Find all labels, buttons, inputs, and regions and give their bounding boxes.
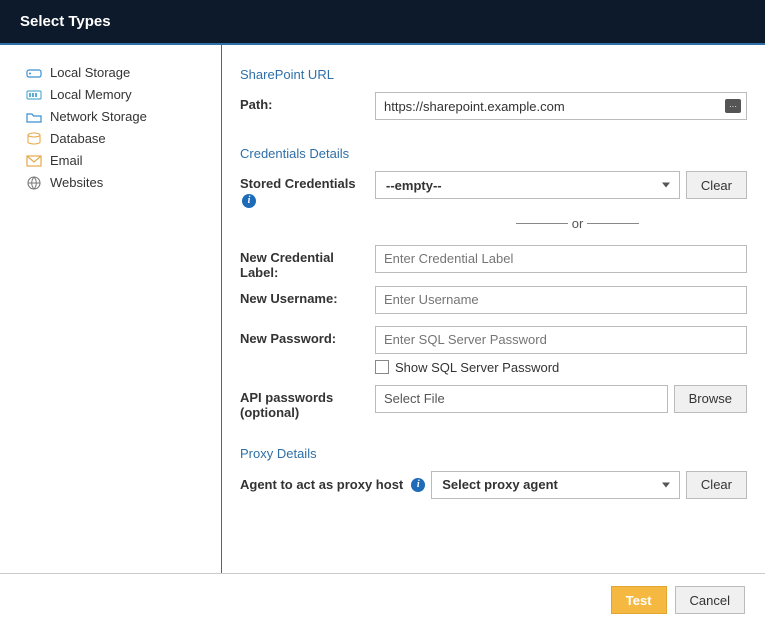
row-new-label: New Credential Label: — [240, 245, 747, 280]
folder-icon — [26, 110, 42, 124]
sidebar-item-label: Local Storage — [50, 65, 130, 80]
picker-icon[interactable]: ··· — [725, 99, 741, 113]
path-input[interactable] — [375, 92, 747, 120]
new-username-label: New Username: — [240, 286, 375, 306]
mail-icon — [26, 154, 42, 168]
sidebar-item-label: Email — [50, 153, 83, 168]
row-stored-credentials: Stored Credentials i --empty-- Clear — [240, 171, 747, 208]
sidebar-item-email[interactable]: Email — [26, 151, 215, 170]
row-path: Path: ··· — [240, 92, 747, 120]
proxy-agent-select[interactable]: Select proxy agent — [431, 471, 680, 499]
sidebar-item-label: Websites — [50, 175, 103, 190]
or-divider: or — [408, 216, 747, 231]
row-new-username: New Username: — [240, 286, 747, 314]
clear-credentials-button[interactable]: Clear — [686, 171, 747, 199]
show-password-checkbox[interactable] — [375, 360, 389, 374]
new-password-input[interactable] — [375, 326, 747, 354]
memory-icon — [26, 88, 42, 102]
sidebar: Local Storage Local Memory Network Stora… — [0, 45, 222, 573]
sidebar-item-websites[interactable]: Websites — [26, 173, 215, 192]
sidebar-item-label: Database — [50, 131, 106, 146]
sidebar-item-local-memory[interactable]: Local Memory — [26, 85, 215, 104]
sidebar-item-label: Local Memory — [50, 87, 132, 102]
test-button[interactable]: Test — [611, 586, 667, 614]
info-icon[interactable]: i — [411, 478, 425, 492]
new-label-input[interactable] — [375, 245, 747, 273]
section-title-credentials: Credentials Details — [240, 146, 747, 161]
row-api-passwords: API passwords (optional) Browse — [240, 385, 747, 420]
dialog-footer: Test Cancel — [0, 573, 765, 626]
section-title-proxy: Proxy Details — [240, 446, 747, 461]
show-password-label: Show SQL Server Password — [395, 360, 559, 375]
dialog-body: Local Storage Local Memory Network Stora… — [0, 45, 765, 573]
main-panel: SharePoint URL Path: ··· Credentials Det… — [222, 45, 765, 573]
cancel-button[interactable]: Cancel — [675, 586, 745, 614]
row-proxy-agent: Agent to act as proxy host i Select prox… — [240, 471, 747, 499]
api-passwords-input[interactable] — [375, 385, 668, 413]
info-icon[interactable]: i — [242, 194, 256, 208]
clear-proxy-button[interactable]: Clear — [686, 471, 747, 499]
chevron-down-icon — [662, 482, 670, 487]
api-passwords-label: API passwords (optional) — [240, 385, 375, 420]
row-show-password: Show SQL Server Password — [375, 360, 747, 375]
new-password-label: New Password: — [240, 326, 375, 346]
new-label-label: New Credential Label: — [240, 245, 375, 280]
sidebar-item-database[interactable]: Database — [26, 129, 215, 148]
sidebar-item-network-storage[interactable]: Network Storage — [26, 107, 215, 126]
stored-credentials-label: Stored Credentials i — [240, 171, 375, 208]
new-username-input[interactable] — [375, 286, 747, 314]
database-icon — [26, 132, 42, 146]
section-title-url: SharePoint URL — [240, 67, 747, 82]
browse-button[interactable]: Browse — [674, 385, 747, 413]
row-new-password: New Password: — [240, 326, 747, 354]
dialog-header: Select Types — [0, 0, 765, 45]
globe-icon — [26, 176, 42, 190]
sidebar-item-local-storage[interactable]: Local Storage — [26, 63, 215, 82]
dialog-title: Select Types — [20, 13, 111, 30]
stored-credentials-select[interactable]: --empty-- — [375, 171, 680, 199]
chevron-down-icon — [662, 183, 670, 188]
path-label: Path: — [240, 92, 375, 112]
drive-icon — [26, 66, 42, 80]
sidebar-item-label: Network Storage — [50, 109, 147, 124]
proxy-agent-label: Agent to act as proxy host — [240, 477, 403, 492]
